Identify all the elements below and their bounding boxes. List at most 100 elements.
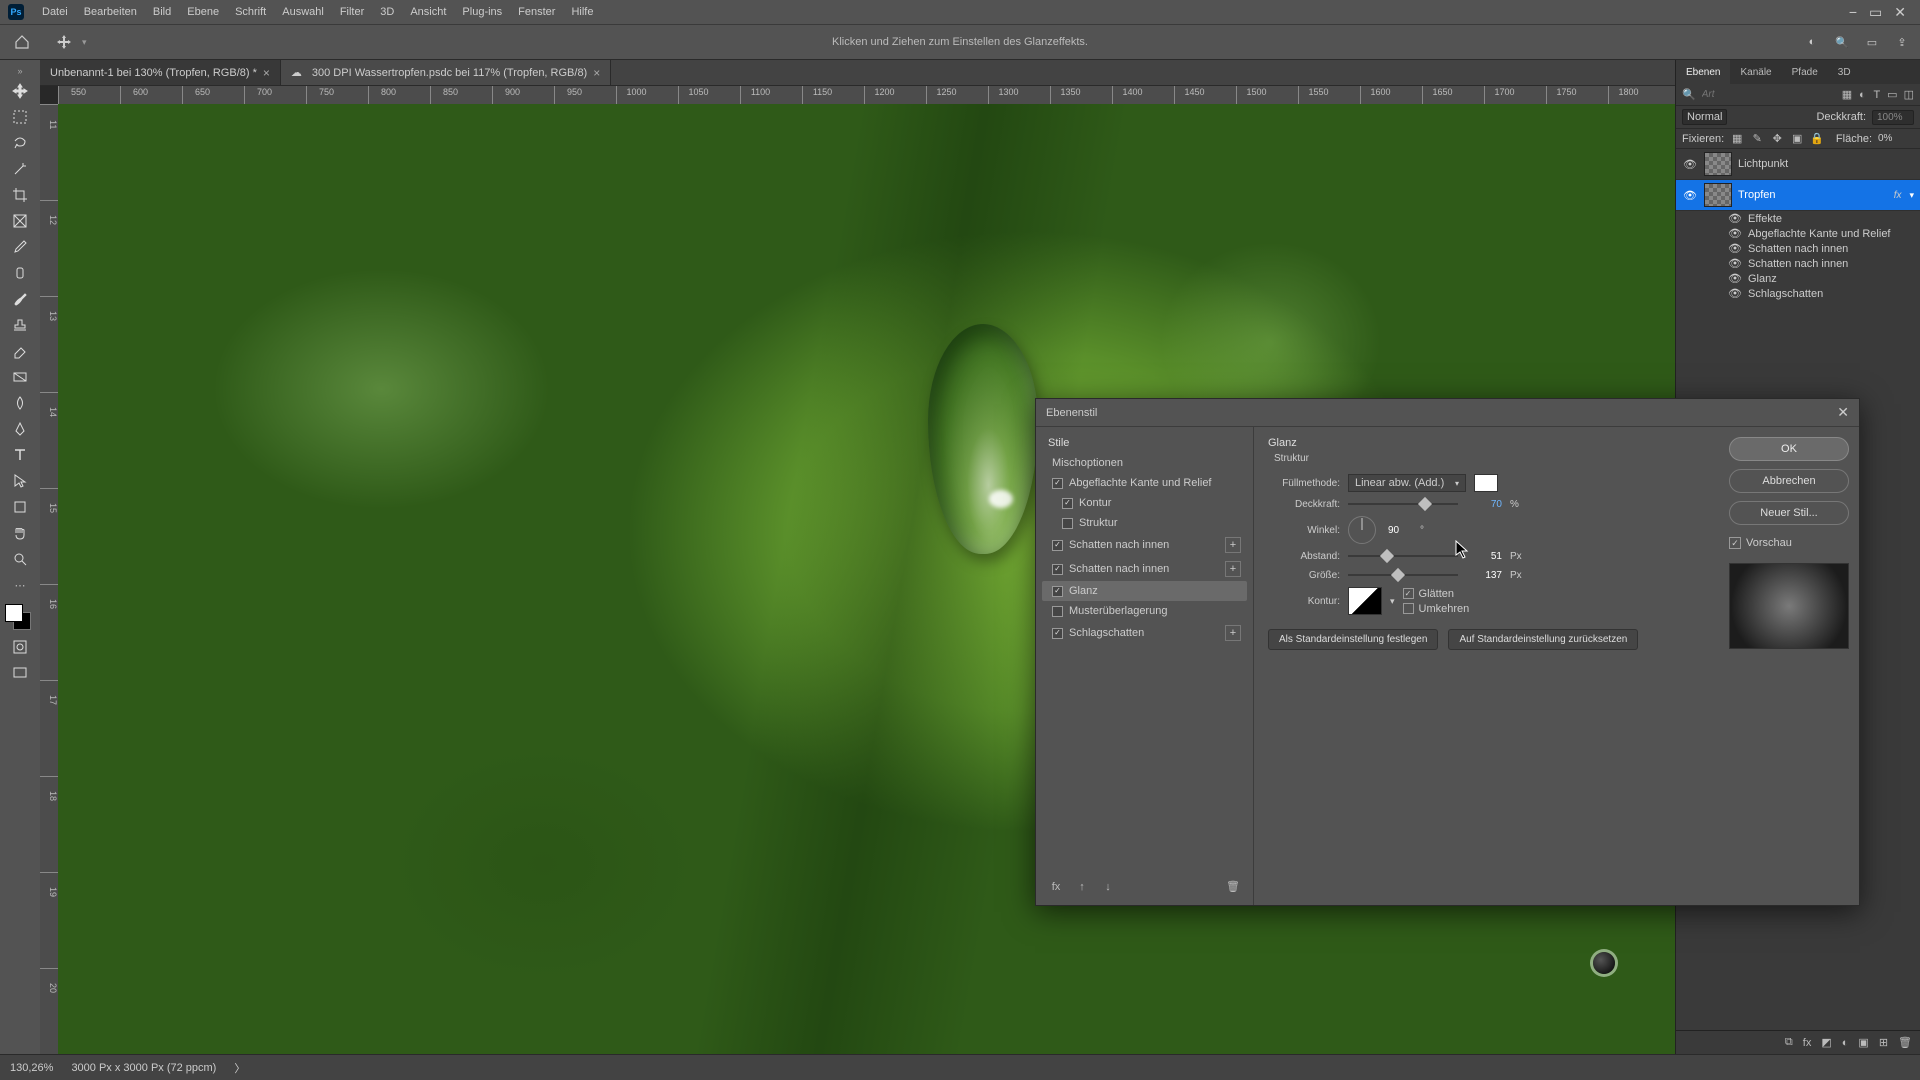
eyedropper-tool[interactable] — [5, 234, 35, 260]
style-item-inner-shadow[interactable]: Schatten nach innen+ — [1042, 533, 1247, 557]
angle-value[interactable]: 90 — [1388, 525, 1412, 536]
menu-bild[interactable]: Bild — [145, 6, 179, 18]
vertical-ruler[interactable]: 11121314151617181920 — [40, 104, 58, 1054]
filter-pixel-icon[interactable]: ▦ — [1842, 88, 1852, 101]
quickmask-icon[interactable] — [5, 634, 35, 660]
lock-artboard-icon[interactable]: ▣ — [1790, 132, 1804, 145]
blur-tool[interactable] — [5, 390, 35, 416]
checkbox[interactable] — [1062, 498, 1073, 509]
lock-position-icon[interactable]: ✥ — [1770, 132, 1784, 145]
window-minimize-icon[interactable]: − — [1849, 5, 1857, 19]
share-icon[interactable]: ⇪ — [1892, 36, 1912, 49]
checkbox[interactable] — [1052, 586, 1063, 597]
fg-swatch[interactable] — [5, 604, 23, 622]
add-effect-icon[interactable]: + — [1225, 561, 1241, 577]
menu-auswahl[interactable]: Auswahl — [274, 6, 332, 18]
preview-checkbox[interactable] — [1729, 537, 1741, 549]
style-item-satin[interactable]: Glanz — [1042, 581, 1247, 601]
invert-checkbox[interactable] — [1403, 603, 1414, 614]
blend-mode-select[interactable]: Normal — [1682, 109, 1727, 125]
style-item-contour[interactable]: Kontur — [1042, 493, 1247, 513]
new-style-button[interactable]: Neuer Stil... — [1729, 501, 1849, 525]
style-item-blending[interactable]: Mischoptionen — [1042, 453, 1247, 473]
visibility-icon[interactable]: 👁 — [1728, 242, 1742, 255]
add-effect-icon[interactable]: + — [1225, 537, 1241, 553]
menu-hilfe[interactable]: Hilfe — [563, 6, 601, 18]
layer-name[interactable]: Lichtpunkt — [1738, 158, 1914, 170]
marquee-tool[interactable] — [5, 104, 35, 130]
collapse-fx-icon[interactable]: ▾ — [1909, 190, 1914, 201]
visibility-icon[interactable]: 👁 — [1728, 257, 1742, 270]
visibility-icon[interactable]: 👁 — [1728, 227, 1742, 240]
layer-name[interactable]: Tropfen — [1738, 189, 1888, 201]
opacity-input[interactable]: 100% — [1872, 110, 1914, 125]
tab-ebenen[interactable]: Ebenen — [1676, 60, 1730, 84]
delete-style-icon[interactable]: 🗑 — [1225, 880, 1241, 893]
layer-row[interactable]: 👁 Tropfen fx ▾ — [1676, 180, 1920, 211]
eraser-tool[interactable] — [5, 338, 35, 364]
color-swatches[interactable] — [5, 604, 35, 634]
contour-picker[interactable] — [1348, 587, 1382, 615]
layer-mask-icon[interactable]: ◩ — [1821, 1036, 1831, 1049]
visibility-icon[interactable]: 👁 — [1728, 272, 1742, 285]
visibility-icon[interactable]: 👁 — [1728, 212, 1742, 225]
menu-filter[interactable]: Filter — [332, 6, 372, 18]
visibility-icon[interactable]: 👁 — [1728, 287, 1742, 300]
delete-layer-icon[interactable]: 🗑 — [1898, 1036, 1912, 1049]
visibility-icon[interactable]: 👁 — [1682, 189, 1698, 202]
checkbox[interactable] — [1052, 540, 1063, 551]
heal-tool[interactable] — [5, 260, 35, 286]
style-item-drop-shadow[interactable]: Schlagschatten+ — [1042, 621, 1247, 645]
angle-dial[interactable] — [1348, 516, 1376, 544]
fx-badge[interactable]: fx — [1894, 190, 1904, 201]
window-close-icon[interactable]: ✕ — [1894, 5, 1906, 19]
hand-tool[interactable] — [5, 520, 35, 546]
gradient-tool[interactable] — [5, 364, 35, 390]
filter-smart-icon[interactable]: ◫ — [1904, 88, 1914, 101]
lock-pixels-icon[interactable]: ▦ — [1730, 132, 1744, 145]
antialiased-checkbox[interactable] — [1403, 588, 1414, 599]
close-icon[interactable]: × — [263, 66, 270, 80]
menu-bearbeiten[interactable]: Bearbeiten — [76, 6, 145, 18]
tool-preset-chevron-icon[interactable]: ▾ — [82, 37, 87, 48]
menu-fenster[interactable]: Fenster — [510, 6, 563, 18]
menu-datei[interactable]: Datei — [34, 6, 76, 18]
fx-menu-icon[interactable]: fx — [1048, 881, 1064, 893]
new-layer-icon[interactable]: ⊞ — [1879, 1036, 1888, 1049]
checkbox[interactable] — [1052, 606, 1063, 617]
fill-input[interactable]: 0% — [1878, 133, 1914, 144]
group-icon[interactable]: ▣ — [1858, 1036, 1868, 1049]
color-swatch[interactable] — [1474, 474, 1498, 492]
menu-schrift[interactable]: Schrift — [227, 6, 274, 18]
effect-item[interactable]: 👁Schatten nach innen — [1676, 256, 1920, 271]
tab-kanaele[interactable]: Kanäle — [1730, 60, 1781, 84]
adjustment-layer-icon[interactable]: ◐ — [1842, 1037, 1849, 1049]
style-item-pattern[interactable]: Musterüberlagerung — [1042, 601, 1247, 621]
cancel-button[interactable]: Abbrechen — [1729, 469, 1849, 493]
doc-tab-active[interactable]: Unbenannt-1 bei 130% (Tropfen, RGB/8) * … — [40, 60, 281, 85]
filter-shape-icon[interactable]: ▭ — [1887, 88, 1897, 101]
distance-slider[interactable] — [1348, 549, 1458, 563]
style-item-inner-shadow[interactable]: Schatten nach innen+ — [1042, 557, 1247, 581]
layer-filter-input[interactable] — [1702, 89, 1836, 100]
menu-ansicht[interactable]: Ansicht — [402, 6, 454, 18]
link-layers-icon[interactable]: ⧉ — [1785, 1036, 1793, 1049]
layer-fx-icon[interactable]: fx — [1803, 1037, 1812, 1049]
tab-pfade[interactable]: Pfade — [1782, 60, 1828, 84]
effect-item[interactable]: 👁Schatten nach innen — [1676, 241, 1920, 256]
close-icon[interactable]: ✕ — [1837, 404, 1849, 421]
distance-value[interactable]: 51 — [1466, 551, 1502, 562]
menu-ebene[interactable]: Ebene — [179, 6, 227, 18]
home-icon[interactable] — [8, 30, 36, 54]
frame-tool[interactable] — [5, 208, 35, 234]
menu-3d[interactable]: 3D — [372, 6, 402, 18]
reset-default-button[interactable]: Auf Standardeinstellung zurücksetzen — [1448, 629, 1638, 650]
checkbox[interactable] — [1052, 478, 1063, 489]
checkbox[interactable] — [1062, 518, 1073, 529]
checkbox[interactable] — [1052, 628, 1063, 639]
cloud-docs-icon[interactable]: ◐ — [1802, 36, 1822, 49]
shape-tool[interactable] — [5, 494, 35, 520]
doc-tab-inactive[interactable]: ☁ 300 DPI Wassertropfen.psdc bei 117% (T… — [281, 60, 611, 85]
search-icon[interactable]: 🔍 — [1682, 88, 1696, 101]
lock-all-icon[interactable]: 🔒 — [1810, 132, 1824, 145]
